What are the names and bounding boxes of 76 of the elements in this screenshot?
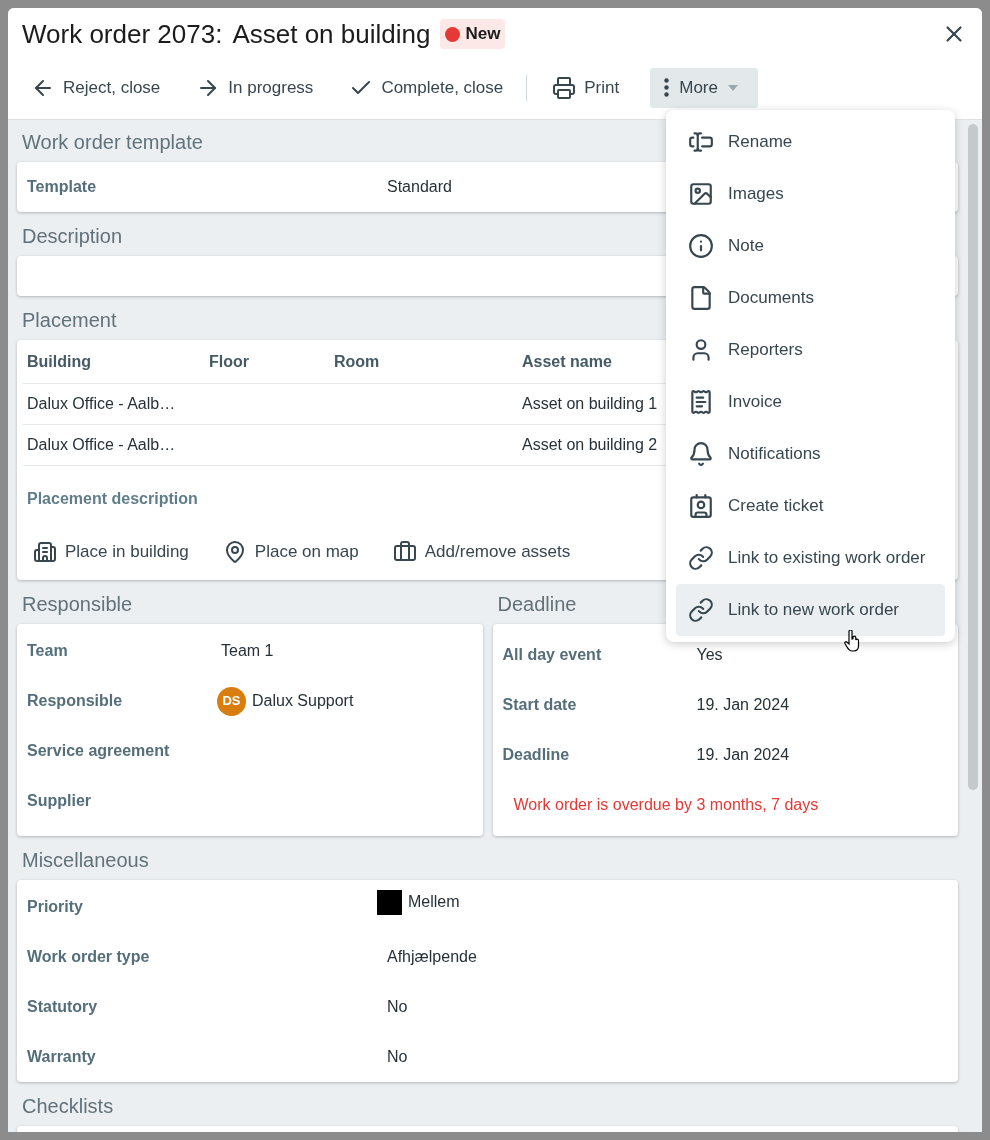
field-label: Work order type	[27, 947, 151, 967]
column-header: Asset name	[521, 352, 613, 370]
menu-item[interactable]: Rename	[676, 116, 945, 168]
field-value: 19. Jan 2024	[696, 745, 790, 765]
scrollbar[interactable]	[968, 124, 978, 790]
field-value: Afhjælpende	[387, 947, 477, 967]
column-header: Building	[26, 352, 92, 370]
dialog-title: Work order 2073:	[22, 17, 223, 51]
section-heading: Work order template	[21, 130, 204, 154]
bell-icon	[688, 441, 714, 467]
field-value: Dalux Support	[252, 691, 354, 711]
table-cell-text: Asset on building 1	[521, 395, 659, 412]
field-label: Start date	[502, 695, 578, 715]
section-heading: Responsible	[21, 592, 134, 616]
caret-icon	[727, 84, 738, 91]
column-header: Room	[333, 352, 381, 370]
column-header: Floor	[208, 352, 250, 370]
field-value: Standard	[387, 177, 452, 197]
field-label: Template	[27, 177, 98, 197]
field-label: Statutory	[27, 997, 99, 1017]
person-sign-icon	[688, 493, 714, 519]
action-button[interactable]: Place in building	[33, 539, 189, 565]
menu-item[interactable]: Images	[676, 168, 945, 220]
document-icon	[688, 285, 714, 311]
field-label: Team	[27, 641, 69, 661]
link-icon	[688, 545, 714, 571]
field-value: No	[387, 1047, 408, 1067]
field-label: Priority	[27, 897, 84, 917]
menu-item[interactable]: Link to new work order	[676, 584, 945, 636]
text-cursor-icon	[688, 129, 714, 155]
table-cell-text: Dalux Office - Aalb…	[26, 395, 177, 412]
box-icon	[392, 540, 417, 564]
field-label: Supplier	[27, 791, 92, 811]
table-cell-text: Asset on building 2	[521, 436, 659, 453]
image-icon	[688, 181, 714, 207]
toolbar-button[interactable]: Print	[549, 67, 623, 108]
field-label: Warranty	[27, 1047, 97, 1067]
toolbar-button[interactable]: Complete, close	[346, 67, 507, 108]
field-label: Placement description	[27, 489, 198, 509]
table-cell-text: Dalux Office - Aalb…	[26, 436, 177, 453]
section-heading: Checklists	[21, 1094, 115, 1118]
section-heading: Placement	[21, 308, 118, 332]
action-button[interactable]: Place on map	[222, 539, 359, 565]
toolbar-button[interactable]: In progress	[193, 67, 317, 108]
field-label: Responsible	[27, 691, 124, 711]
field-value: Mellem	[408, 892, 460, 912]
action-button[interactable]: Add/remove assets	[392, 539, 571, 565]
menu-item[interactable]: Create ticket	[676, 480, 945, 532]
field-value: 19. Jan 2024	[696, 695, 790, 715]
field-label: Service agreement	[27, 741, 171, 761]
dialog-title: Asset on building	[232, 17, 431, 51]
field-label: Deadline	[502, 745, 571, 765]
field-value: No	[387, 997, 408, 1017]
section-heading: Description	[21, 224, 124, 248]
menu-item[interactable]: Link to existing work order	[676, 532, 945, 584]
menu-item[interactable]: Invoice	[676, 376, 945, 428]
section-heading: Deadline	[496, 592, 578, 616]
info-icon	[688, 233, 714, 259]
more-button[interactable]: More	[650, 67, 758, 108]
printer-icon	[552, 75, 577, 100]
status-badge: New	[440, 19, 506, 49]
menu-item[interactable]: Documents	[676, 272, 945, 324]
toolbar-button[interactable]: Reject, close	[28, 67, 164, 108]
avatar: DS	[217, 686, 246, 716]
receipt-icon	[688, 389, 714, 415]
building-icon	[33, 540, 57, 564]
field-label: All day event	[502, 645, 603, 665]
field-value: Team 1	[221, 641, 274, 661]
menu-item[interactable]: Reporters	[676, 324, 945, 376]
menu-item[interactable]: Note	[676, 220, 945, 272]
overdue-warning: Work order is overdue by 3 months, 7 days	[513, 795, 819, 815]
section-heading: Miscellaneous	[21, 848, 150, 872]
more-icon	[664, 78, 670, 97]
menu-item[interactable]: Notifications	[676, 428, 945, 480]
field-value: Yes	[696, 645, 723, 665]
link-icon	[688, 597, 714, 623]
